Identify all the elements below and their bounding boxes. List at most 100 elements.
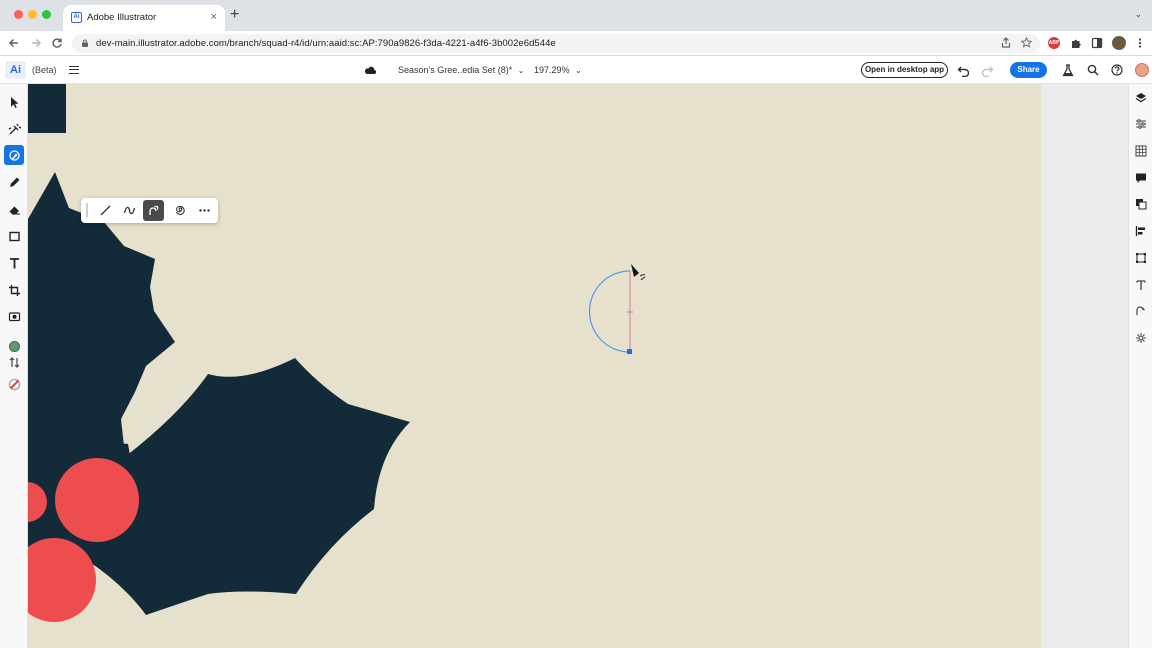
browser-menu-icon[interactable] <box>1135 37 1145 49</box>
zoom-dropdown[interactable]: 197.29% ⌄ <box>534 65 582 75</box>
swatches-icon <box>1135 145 1147 157</box>
direct-selection-tool-icon <box>8 123 21 134</box>
panels-strip <box>1128 84 1152 648</box>
dark-rectangle-shape <box>28 84 66 133</box>
address-bar[interactable]: dev-main.illustrator.adobe.com/branch/sq… <box>72 34 1040 53</box>
curve-mode-button[interactable] <box>119 200 140 221</box>
document-title: Season's Gree..edia Set (8)* <box>398 65 513 75</box>
curvature-options-bar <box>81 198 218 223</box>
curve-mode-icon <box>123 206 136 215</box>
fill-color-swatch[interactable] <box>4 336 24 356</box>
transform-panel-button[interactable] <box>1134 251 1148 265</box>
minimize-window-button[interactable] <box>28 10 37 19</box>
selection-tool[interactable] <box>4 92 24 112</box>
cloud-sync-icon[interactable] <box>364 66 376 74</box>
zoom-level: 197.29% <box>534 65 570 75</box>
pencil-tool-icon <box>9 177 19 187</box>
comments-panel-button[interactable] <box>1134 171 1148 185</box>
tools-panel <box>0 84 28 648</box>
duplicate-panel-button[interactable] <box>1134 197 1148 211</box>
duplicate-icon <box>1136 199 1147 210</box>
artboard[interactable] <box>28 84 1041 648</box>
align-panel-button[interactable] <box>1134 224 1148 238</box>
undo-icon[interactable] <box>957 65 970 77</box>
main-menu-icon[interactable] <box>69 66 79 74</box>
smooth-curve-mode-icon <box>149 205 159 215</box>
redo-icon[interactable] <box>981 65 994 77</box>
spiral-icon <box>175 205 185 216</box>
extensions-puzzle-icon[interactable] <box>1070 37 1082 49</box>
selection-tool-icon <box>10 96 18 108</box>
berry-right <box>55 458 139 542</box>
browser-tab[interactable]: Ai Adobe Illustrator × <box>63 5 225 31</box>
fill-color-icon <box>8 340 20 352</box>
document-title-dropdown[interactable]: Season's Gree..edia Set (8)* ⌄ <box>398 65 525 75</box>
stroke-color-swatch[interactable] <box>4 374 24 394</box>
site-info-icon[interactable] <box>81 39 89 47</box>
profile-avatar[interactable] <box>1112 36 1126 50</box>
user-avatar[interactable] <box>1135 63 1149 77</box>
swatches-panel-button[interactable] <box>1134 144 1148 158</box>
artwork <box>28 84 646 622</box>
image-trace-tool[interactable] <box>4 306 24 326</box>
type-tool[interactable] <box>4 253 24 273</box>
anchor-point <box>627 349 632 354</box>
tab-search-chevron-icon[interactable]: ⌄ <box>1134 9 1142 20</box>
labs-flask-icon[interactable] <box>1062 64 1074 77</box>
eraser-tool[interactable] <box>4 199 24 219</box>
beta-label: (Beta) <box>32 65 57 75</box>
character-panel-button[interactable] <box>1134 278 1148 292</box>
settings-panel-button[interactable] <box>1134 331 1148 345</box>
path-panel-button[interactable] <box>1134 304 1148 318</box>
bookmark-star-icon[interactable] <box>1021 37 1032 48</box>
forward-arrow-icon[interactable] <box>30 37 42 49</box>
settings-icon <box>1136 333 1146 343</box>
curvature-pen-tool-icon <box>8 149 20 161</box>
close-window-button[interactable] <box>14 10 23 19</box>
line-mode-icon <box>100 205 111 216</box>
new-tab-button[interactable]: + <box>230 7 239 23</box>
share-button[interactable]: Share <box>1010 62 1047 78</box>
swap-fill-stroke[interactable] <box>4 355 24 369</box>
type-icon <box>1136 280 1146 290</box>
eraser-tool-icon <box>9 206 20 215</box>
search-icon[interactable] <box>1087 64 1099 76</box>
pen-path-arc <box>588 270 631 353</box>
swap-colors-icon <box>9 356 19 368</box>
type-tool-icon <box>9 257 19 268</box>
line-mode-button[interactable] <box>95 200 116 221</box>
rectangle-tool[interactable] <box>4 226 24 246</box>
illustrator-logo[interactable]: Ai <box>5 61 26 79</box>
reload-icon[interactable] <box>51 37 63 49</box>
tab-title: Adobe Illustrator <box>87 12 157 23</box>
pen-cursor-icon <box>631 264 639 277</box>
side-panel-icon[interactable] <box>1091 37 1103 49</box>
canvas[interactable] <box>28 84 1128 648</box>
illustrator-favicon-icon: Ai <box>71 12 82 23</box>
share-page-icon[interactable] <box>1001 37 1011 48</box>
chevron-down-icon: ⌄ <box>575 66 582 75</box>
align-icon <box>1135 226 1145 236</box>
layers-panel-button[interactable] <box>1134 91 1148 105</box>
pencil-tool[interactable] <box>4 172 24 192</box>
curvature-pen-tool[interactable] <box>4 145 24 165</box>
tab-close-icon[interactable]: × <box>211 11 217 23</box>
rectangle-tool-icon <box>8 231 20 241</box>
direct-selection-tool[interactable] <box>4 119 24 139</box>
smooth-curve-mode-button[interactable] <box>143 200 164 221</box>
adblock-extension-icon[interactable]: ABP <box>1048 37 1060 49</box>
more-options-button[interactable] <box>194 200 215 221</box>
maximize-window-button[interactable] <box>42 10 51 19</box>
stroke-color-icon <box>8 378 20 390</box>
spiral-button[interactable] <box>170 200 191 221</box>
properties-icon <box>1136 119 1146 129</box>
crop-tool[interactable] <box>4 280 24 300</box>
more-options-icon <box>199 209 210 212</box>
crop-tool-icon <box>8 284 20 296</box>
layers-icon <box>1135 93 1147 103</box>
properties-panel-button[interactable] <box>1134 117 1148 131</box>
toolbar-grip-handle[interactable] <box>86 203 88 218</box>
back-arrow-icon[interactable] <box>8 37 20 49</box>
open-in-desktop-button[interactable]: Open in desktop app <box>861 62 948 78</box>
help-icon[interactable] <box>1111 64 1123 76</box>
